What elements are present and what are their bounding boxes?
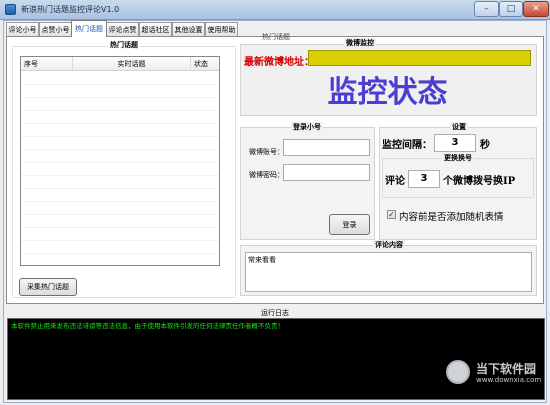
interval-unit: 秒: [480, 140, 490, 151]
interval-input[interactable]: 3: [434, 134, 476, 152]
tab-comment-likes[interactable]: 评论点赞: [106, 22, 139, 36]
interval-label: 监控间隔：: [382, 140, 432, 151]
password-input[interactable]: [283, 164, 370, 181]
window-title: 新浪热门话题监控评论V1.0: [21, 5, 120, 14]
list-row: [21, 137, 219, 150]
list-row: [21, 202, 219, 215]
watermark-text: 当下软件园: [476, 362, 537, 376]
weibo-monitor-group-title: 微博监控: [344, 38, 376, 48]
list-row: [21, 72, 219, 85]
tab-other-settings[interactable]: 其他设置: [172, 22, 205, 36]
maximize-button[interactable]: □: [499, 1, 523, 17]
weibo-address-label: 最新微博地址：: [244, 57, 314, 68]
list-row: [21, 85, 219, 98]
monitor-status-text: 监控状态: [327, 75, 448, 110]
list-row: [21, 150, 219, 163]
list-row: [21, 228, 219, 241]
tab-comment-accounts[interactable]: 评论小号: [6, 22, 39, 36]
weibo-address-field[interactable]: [308, 50, 531, 66]
column-header-index[interactable]: 序号: [21, 57, 73, 71]
switch-ip-group-title: 更换换号: [442, 153, 474, 163]
list-row: [21, 215, 219, 228]
login-group-title: 登录小号: [291, 122, 323, 132]
list-row: [21, 98, 219, 111]
comment-content-input[interactable]: 常来看看: [245, 252, 532, 292]
tab-help[interactable]: 使用帮助: [205, 22, 238, 36]
tab-like-accounts[interactable]: 点赞小号: [39, 22, 72, 36]
hot-topics-group-title: 热门话题: [108, 40, 140, 50]
switch-suffix-label: 个微博拨号换IP: [443, 176, 516, 187]
column-header-topic[interactable]: 实时话题: [73, 57, 191, 71]
login-button[interactable]: 登录: [329, 214, 370, 235]
collect-hot-topics-button[interactable]: 采集热门话题: [19, 278, 77, 296]
tab-super-topic[interactable]: 超话社区: [139, 22, 172, 36]
list-row: [21, 111, 219, 124]
tab-hot-topics[interactable]: 热门话题: [71, 20, 107, 37]
list-header: 序号 实时话题 状态: [21, 57, 219, 71]
log-text: 本软件禁止用来发布违法诽谤等违法信息，由于使用本软件引发的任何法律责任作者概不负…: [11, 322, 284, 330]
comment-group-title: 评论内容: [373, 240, 405, 250]
watermark-url: www.downxia.com: [476, 376, 542, 384]
watermark: 当下软件园 www.downxia.com: [446, 358, 541, 390]
list-row: [21, 176, 219, 189]
account-label: 微博账号：: [249, 148, 284, 156]
list-row: [21, 189, 219, 202]
list-row: [21, 241, 219, 254]
settings-group-title: 设置: [450, 122, 468, 132]
app-icon: [5, 4, 16, 15]
list-row: [21, 163, 219, 176]
password-label: 微博密码：: [249, 171, 284, 179]
list-row: [21, 124, 219, 137]
close-button[interactable]: ✕: [523, 1, 549, 17]
account-input[interactable]: [283, 139, 370, 156]
random-emoji-checkbox[interactable]: ✓: [387, 210, 396, 219]
switch-prefix-label: 评论: [385, 176, 405, 187]
minimize-button[interactable]: –: [474, 1, 499, 17]
watermark-logo-icon: [446, 360, 470, 384]
hot-topics-list[interactable]: 序号 实时话题 状态: [20, 56, 220, 266]
random-emoji-label: 内容前是否添加随机表情: [399, 212, 504, 223]
section-tab-label: 热门话题: [262, 33, 290, 41]
column-header-status[interactable]: 状态: [191, 57, 219, 71]
switch-count-input[interactable]: 3: [408, 170, 440, 188]
log-title: 运行日志: [261, 309, 289, 317]
